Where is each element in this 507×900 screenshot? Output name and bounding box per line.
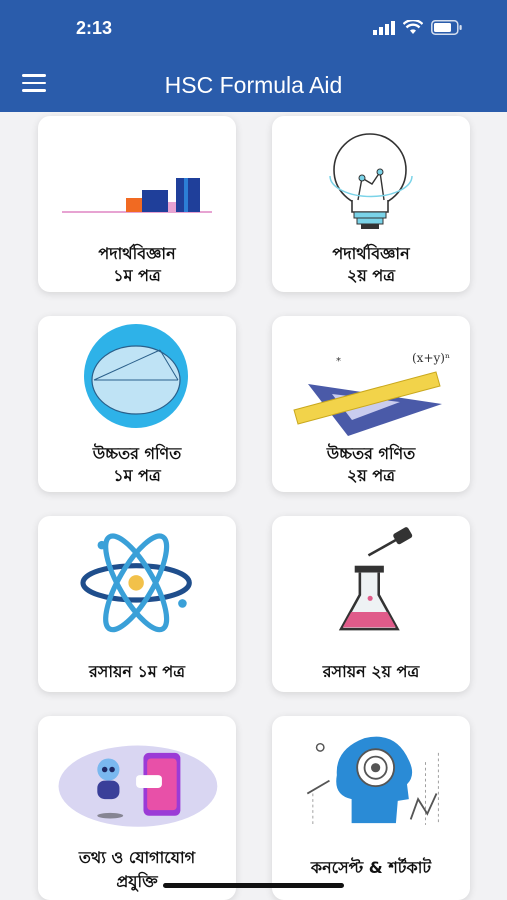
flask-icon	[338, 527, 413, 631]
app-bar: 2:13 HSC Formula Aid	[0, 0, 507, 112]
app-title: HSC Formula Aid	[164, 72, 343, 98]
card-label-line2: ২য় পত্র	[346, 266, 395, 285]
wifi-icon	[403, 20, 423, 34]
signal-icon	[373, 20, 395, 35]
status-bar: 2:13	[0, 0, 507, 56]
card-label-line2: ১ম পত্র	[113, 466, 161, 485]
card-physics-1[interactable]: পদার্থবিজ্ঞান ১ম পত্র	[38, 116, 236, 292]
card-chemistry-2[interactable]: রসায়ন ২য় পত্র	[272, 516, 470, 692]
card-label-line1: উচ্চতর গণিত	[326, 444, 416, 463]
card-label-line2: ২য় পত্র	[346, 466, 395, 485]
card-ict[interactable]: তথ্য ও যোগাযোগ প্রযুক্তি	[38, 716, 236, 900]
robot-chat-icon	[58, 745, 218, 827]
status-time: 2:13	[76, 18, 113, 38]
home-indicator[interactable]	[163, 883, 344, 888]
atom-icon	[80, 533, 192, 633]
battery-icon	[431, 20, 462, 35]
card-chemistry-1[interactable]: রসায়ন ১ম পত্র	[38, 516, 236, 692]
card-concepts[interactable]: কনসেপ্ট & শর্টকাট	[272, 716, 470, 900]
brain-head-icon	[306, 736, 439, 825]
card-label-line1: তথ্য ও যোগাযোগ	[78, 848, 196, 867]
card-label-line1: পদার্থবিজ্ঞান	[332, 244, 410, 263]
card-label-line2: প্রযুক্তি	[116, 872, 158, 891]
svg-text:(x+y)ⁿ: (x+y)ⁿ	[412, 351, 450, 365]
svg-text:*: *	[336, 356, 341, 367]
card-math-2[interactable]: (x+y)ⁿ * উচ্চতর গণিত ২য় পত্র	[272, 316, 470, 492]
card-physics-2[interactable]: পদার্থবিজ্ঞান ২য় পত্র	[272, 116, 470, 292]
card-label-line1: রসায়ন ২য় পত্র	[322, 662, 420, 681]
ruler-triangle-icon: (x+y)ⁿ *	[293, 351, 450, 436]
status-icons	[373, 20, 463, 35]
card-label-line1: পদার্থবিজ্ঞান	[98, 244, 176, 263]
card-label-line1: কনসেপ্ট & শর্টকাট	[310, 858, 432, 877]
card-label-line1: রসায়ন ১ম পত্র	[88, 662, 185, 681]
lightbulb-icon	[329, 133, 413, 229]
card-label-line2: ১ম পত্র	[113, 266, 161, 285]
card-label-line1: উচ্চতর গণিত	[92, 444, 182, 463]
card-math-1[interactable]: উচ্চতর গণিত ১ম পত্র	[38, 316, 236, 492]
circle-geometry-icon	[84, 324, 188, 428]
bar-chart-icon	[62, 178, 212, 213]
subject-grid: পদার্থবিজ্ঞান ১ম পত্র পদার্থবিজ্ঞান ২য় …	[0, 112, 507, 900]
